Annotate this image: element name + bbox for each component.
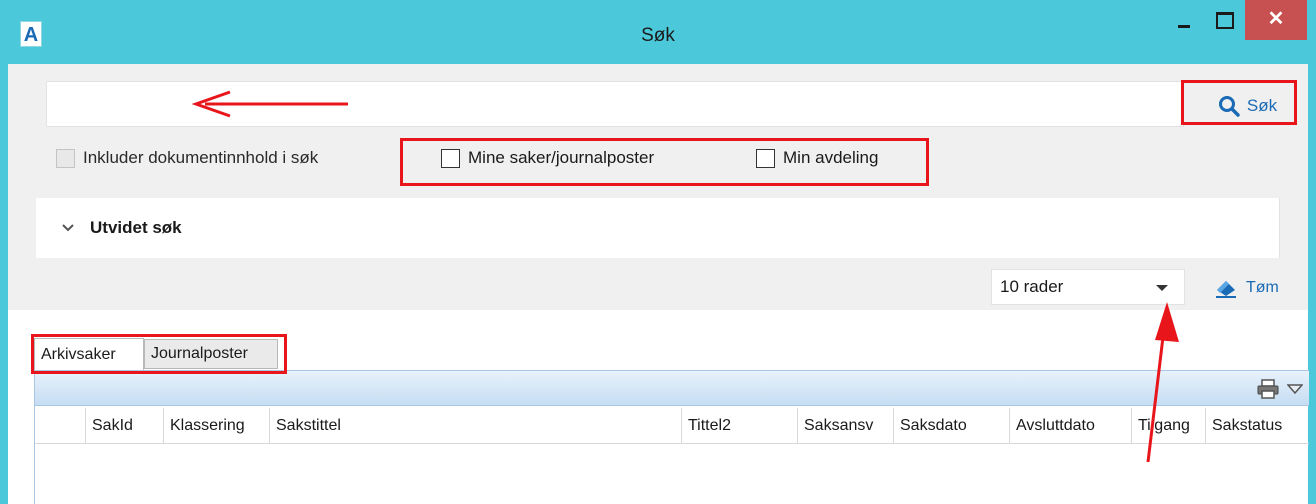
- rows-per-page-select[interactable]: 10 rader: [991, 269, 1185, 305]
- include-content-option[interactable]: Inkluder dokumentinnhold i søk: [56, 144, 318, 172]
- column-header-sakstatus[interactable]: Sakstatus: [1205, 408, 1309, 444]
- my-department-label: Min avdeling: [783, 148, 879, 167]
- column-header-saksdato[interactable]: Saksdato: [893, 408, 1009, 444]
- column-header-tilgang[interactable]: Tilgang: [1131, 408, 1205, 444]
- tab-journalposter[interactable]: Journalposter: [144, 339, 278, 369]
- column-header-klassering[interactable]: Klassering: [163, 408, 269, 444]
- advanced-search-label: Utvidet søk: [90, 218, 182, 237]
- column-header-saksansv[interactable]: Saksansv: [797, 408, 893, 444]
- maximize-button[interactable]: [1203, 0, 1243, 34]
- rows-per-page-value: 10 rader: [1000, 277, 1064, 296]
- search-button-label: Søk: [1246, 96, 1278, 115]
- my-cases-label: Mine saker/journalposter: [468, 148, 655, 167]
- menu-caret-icon[interactable]: [1287, 383, 1303, 395]
- grid-toolbar: [35, 370, 1309, 406]
- eraser-icon: [1216, 281, 1236, 298]
- include-content-checkbox[interactable]: [56, 148, 75, 168]
- my-cases-option[interactable]: Mine saker/journalposter: [441, 144, 654, 172]
- my-department-checkbox[interactable]: [756, 148, 775, 168]
- search-button[interactable]: Søk: [1194, 88, 1300, 124]
- title-bar: A Søk ✕: [0, 0, 1316, 64]
- my-department-option[interactable]: Min avdeling: [756, 144, 878, 172]
- search-field[interactable]: [46, 81, 1184, 127]
- column-header-avsluttdato[interactable]: Avsluttdato: [1009, 408, 1131, 444]
- column-header-sakid[interactable]: SakId: [85, 408, 163, 444]
- tab-label: Journalposter: [151, 345, 248, 362]
- search-input[interactable]: [47, 82, 1183, 126]
- results-grid: SakId Klassering Sakstittel Tittel2 Saks…: [34, 370, 1309, 504]
- print-icon[interactable]: [1257, 379, 1279, 399]
- chevron-down-icon: [62, 224, 74, 232]
- include-content-label: Inkluder dokumentinnhold i søk: [83, 148, 319, 167]
- close-icon: ✕: [1267, 8, 1285, 30]
- column-header-sakstittel[interactable]: Sakstittel: [269, 408, 681, 444]
- search-dialog-body: Søk Inkluder dokumentinnhold i søk Mine …: [8, 64, 1309, 504]
- minimize-button[interactable]: [1163, 0, 1203, 34]
- window-title: Søk: [641, 25, 675, 46]
- clear-button[interactable]: Tøm: [1214, 274, 1279, 302]
- clear-button-label: Tøm: [1246, 279, 1279, 296]
- tab-arkivsaker[interactable]: Arkivsaker: [34, 338, 144, 370]
- column-header-tittel2[interactable]: Tittel2: [681, 408, 797, 444]
- tab-label: Arkivsaker: [41, 345, 116, 363]
- close-button[interactable]: ✕: [1245, 0, 1307, 40]
- search-icon: [1218, 96, 1240, 117]
- my-cases-checkbox[interactable]: [441, 148, 460, 168]
- dropdown-caret-icon: [1156, 285, 1168, 291]
- advanced-search-toggle[interactable]: Utvidet søk: [36, 198, 1280, 258]
- column-header-select[interactable]: [35, 408, 85, 444]
- grid-header: SakId Klassering Sakstittel Tittel2 Saks…: [35, 408, 1309, 444]
